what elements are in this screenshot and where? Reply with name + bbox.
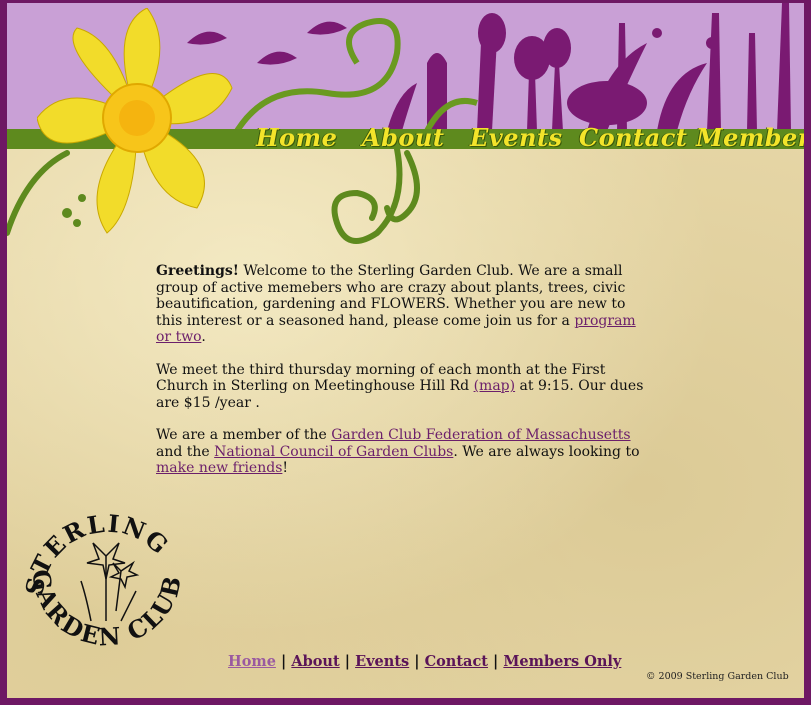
page-frame: Home About Events Contact Members Greeti…	[0, 0, 811, 705]
footer-link-members-only[interactable]: Members Only	[503, 653, 621, 670]
nav-members[interactable]: Members	[696, 123, 804, 152]
nav-contact[interactable]: Contact	[579, 123, 687, 152]
sterling-garden-club-logo: STERLING GARDEN CLUB	[21, 509, 187, 652]
nav-events[interactable]: Events	[470, 123, 563, 152]
map-link[interactable]: (map)	[474, 378, 516, 394]
make-new-friends-link[interactable]: make new friends	[156, 460, 282, 476]
footer-link-contact[interactable]: Contact	[425, 653, 488, 670]
federation-link[interactable]: Garden Club Federation of Massachusetts	[331, 427, 630, 443]
footer-link-about[interactable]: About	[291, 653, 339, 670]
footer-separator: |	[281, 653, 287, 670]
main-content: Greetings! Welcome to the Sterling Garde…	[156, 263, 646, 493]
nav-about[interactable]: About	[362, 123, 444, 152]
footer-separator: |	[344, 653, 351, 670]
footer-link-home[interactable]: Home	[228, 653, 276, 670]
greeting-heading: Greetings!	[156, 263, 239, 279]
nav-home[interactable]: Home	[256, 123, 337, 152]
intro-paragraph: Greetings! Welcome to the Sterling Garde…	[156, 263, 636, 345]
main-nav: Home About Events Contact Members	[7, 120, 804, 156]
national-council-link[interactable]: National Council of Garden Clubs	[214, 444, 453, 460]
svg-text:GARDEN CLUB: GARDEN CLUB	[26, 568, 187, 652]
meeting-paragraph: We meet the third thursday morning of ea…	[156, 361, 644, 411]
footer-separator: |	[493, 653, 499, 670]
copyright-text: © 2009 Sterling Garden Club	[646, 671, 789, 682]
footer-link-events[interactable]: Events	[355, 653, 409, 670]
footer-nav: Home | About | Events | Contact | Member…	[228, 653, 621, 670]
footer-separator: |	[414, 653, 420, 670]
membership-paragraph: We are a member of the Garden Club Feder…	[156, 427, 640, 476]
